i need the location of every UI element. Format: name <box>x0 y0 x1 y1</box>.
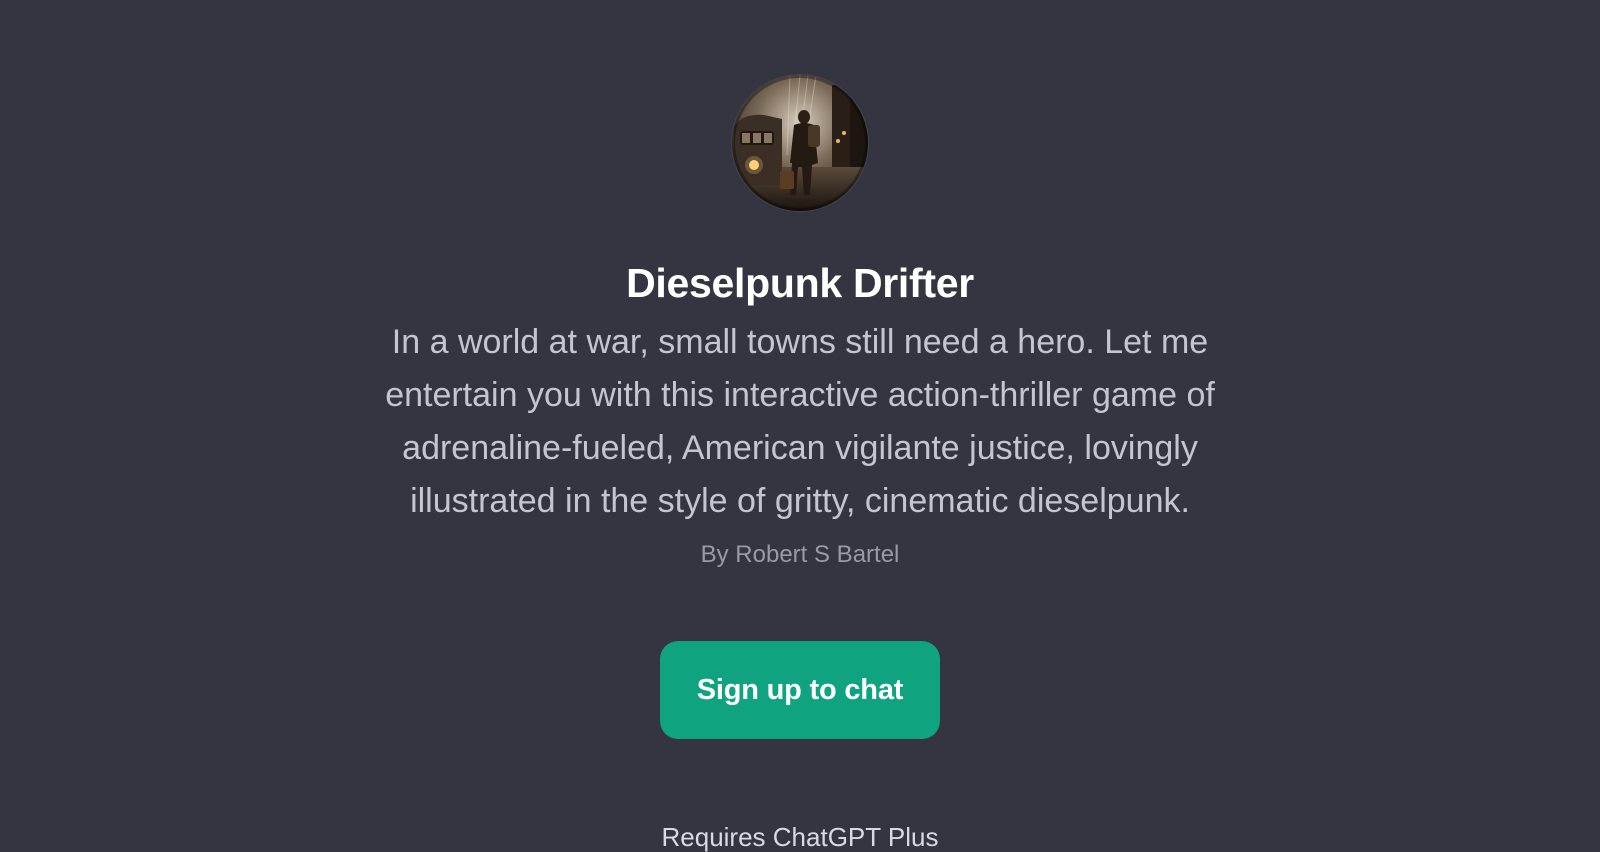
gpt-description: In a world at war, small towns still nee… <box>385 323 1215 520</box>
gpt-author: By Robert S Bartel <box>700 541 900 568</box>
gpt-title: Dieselpunk Drifter <box>626 260 974 306</box>
gpt-avatar <box>732 75 868 211</box>
dieselpunk-drifter-avatar-icon <box>732 75 868 211</box>
requires-plus-note: Requires ChatGPT Plus <box>661 822 939 852</box>
sign-up-to-chat-button[interactable]: Sign up to chat <box>660 641 940 739</box>
gpt-landing-page: Dieselpunk Drifter In a world at war, sm… <box>0 0 1600 834</box>
